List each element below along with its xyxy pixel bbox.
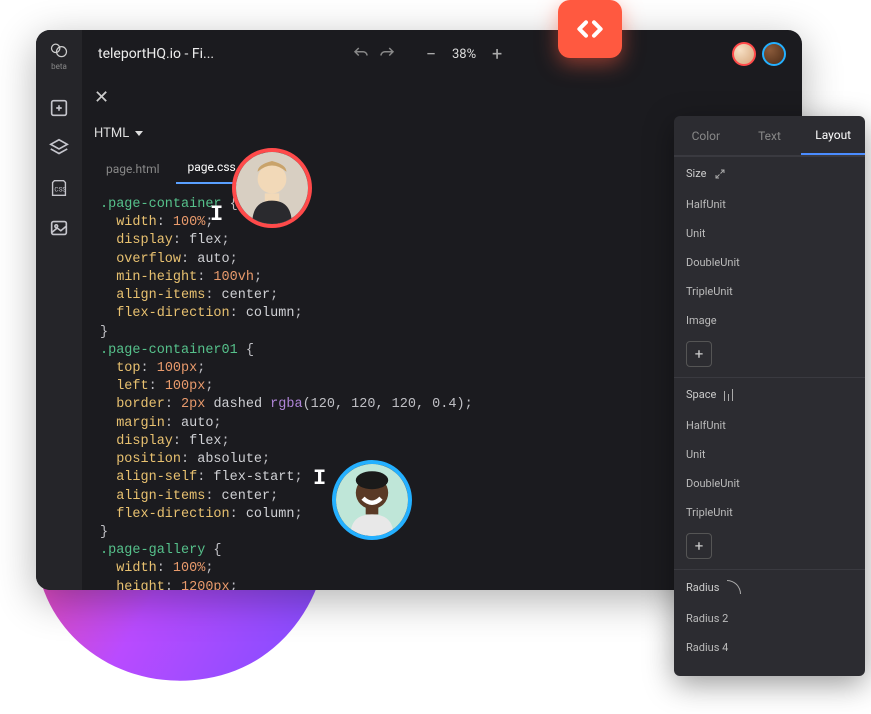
section-radius: Radius (674, 569, 865, 604)
section-space: Space (674, 377, 865, 411)
logo-icon (49, 40, 69, 60)
inspector-tabs: Color Text Layout (674, 116, 865, 156)
size-halfunit[interactable]: HalfUnit (674, 190, 865, 219)
avatar-user-2[interactable] (762, 42, 786, 66)
avatar-face-2 (336, 464, 408, 536)
size-tripleunit[interactable]: TripleUnit (674, 277, 865, 306)
zoom-controls: − 38% + (424, 44, 504, 65)
tab-color[interactable]: Color (674, 116, 738, 155)
add-element-icon[interactable] (48, 97, 70, 119)
radius-4[interactable]: Radius 4 (674, 633, 865, 662)
expand-icon[interactable] (714, 168, 726, 180)
layers-icon[interactable] (48, 137, 70, 159)
cursor-avatar-user-1 (232, 148, 312, 228)
tab-page-html[interactable]: page.html (94, 154, 172, 184)
project-title: teleportHQ.io - Fi... (98, 46, 214, 62)
left-rail: beta CSS (36, 30, 82, 590)
zoom-in-button[interactable]: + (490, 44, 504, 65)
space-tripleunit[interactable]: TripleUnit (674, 498, 865, 527)
space-doubleunit[interactable]: DoubleUnit (674, 469, 865, 498)
close-icon[interactable]: ✕ (94, 87, 109, 108)
chevron-down-icon (135, 131, 143, 136)
code-badge[interactable] (558, 0, 622, 58)
add-size-button[interactable]: + (686, 341, 712, 367)
logo-beta[interactable]: beta (49, 40, 69, 71)
avatar-face-1 (236, 152, 308, 224)
svg-text:CSS: CSS (54, 186, 66, 194)
tab-layout[interactable]: Layout (801, 116, 865, 155)
zoom-value: 38% (452, 47, 476, 62)
undo-redo (352, 45, 396, 63)
avatar-user-1[interactable] (732, 42, 756, 66)
inspector-panel: Color Text Layout Size HalfUnit Unit Dou… (674, 116, 865, 676)
cursor-caret-1: I (210, 202, 223, 227)
section-radius-label: Radius (686, 581, 719, 594)
section-size: Size (674, 156, 865, 190)
image-icon[interactable] (48, 217, 70, 239)
css-icon[interactable]: CSS (48, 177, 70, 199)
size-unit[interactable]: Unit (674, 219, 865, 248)
section-space-label: Space (686, 388, 716, 401)
language-label: HTML (94, 126, 129, 141)
topbar: teleportHQ.io - Fi... − 38% + (82, 30, 802, 78)
beta-label: beta (51, 62, 67, 71)
redo-icon[interactable] (378, 45, 396, 63)
size-image[interactable]: Image (674, 306, 865, 335)
code-icon (574, 13, 606, 45)
zoom-out-button[interactable]: − (424, 44, 438, 65)
undo-icon[interactable] (352, 45, 370, 63)
space-unit[interactable]: Unit (674, 440, 865, 469)
space-icon (724, 389, 733, 401)
cursor-avatar-user-2 (332, 460, 412, 540)
collaborator-avatars (732, 42, 786, 66)
section-size-label: Size (686, 167, 706, 180)
space-halfunit[interactable]: HalfUnit (674, 411, 865, 440)
radius-icon (727, 580, 741, 594)
code-panel-header: ✕ (82, 78, 802, 116)
add-space-button[interactable]: + (686, 533, 712, 559)
tab-text[interactable]: Text (738, 116, 802, 155)
radius-2[interactable]: Radius 2 (674, 604, 865, 633)
size-doubleunit[interactable]: DoubleUnit (674, 248, 865, 277)
cursor-caret-2: I (313, 466, 326, 491)
